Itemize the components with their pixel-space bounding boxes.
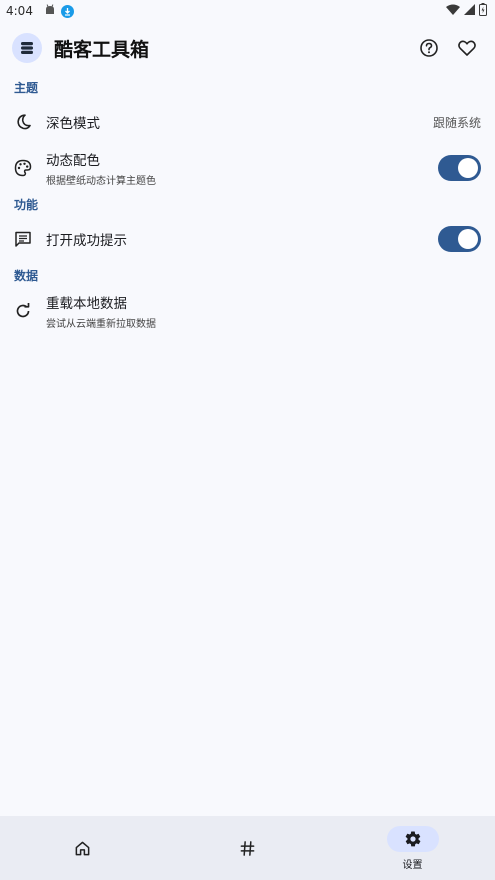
reload-data-text: 重载本地数据 尝试从云端重新拉取数据	[46, 292, 156, 330]
success-tip-title: 打开成功提示	[46, 233, 127, 249]
app-bar-actions	[413, 32, 483, 64]
dynamic-color-subtitle: 根据壁纸动态计算主题色	[46, 176, 156, 187]
nav-item-hash[interactable]	[165, 816, 330, 880]
status-left: 4:04	[6, 3, 74, 19]
heart-icon	[458, 40, 476, 56]
hash-icon	[240, 840, 255, 856]
home-icon	[75, 841, 90, 855]
moon-icon	[14, 113, 32, 131]
dark-mode-title: 深色模式	[46, 116, 100, 132]
help-icon	[420, 39, 438, 57]
download-badge-icon	[60, 4, 74, 18]
nav-item-home[interactable]	[0, 816, 165, 880]
success-tip-text: 打开成功提示	[46, 229, 127, 249]
message-icon	[14, 230, 32, 248]
wifi-icon	[446, 4, 460, 18]
switch-knob	[458, 158, 478, 178]
favorite-button[interactable]	[451, 32, 483, 64]
refresh-icon	[14, 302, 32, 320]
status-right	[446, 3, 487, 19]
nav-pill	[57, 835, 109, 861]
nav-pill	[222, 835, 274, 861]
dynamic-color-title: 动态配色	[46, 153, 100, 169]
section-title-function: 功能	[14, 198, 39, 212]
app-title: 酷客工具箱	[54, 38, 150, 61]
reload-data-subtitle: 尝试从云端重新拉取数据	[46, 319, 156, 330]
reload-data-title: 重载本地数据	[46, 296, 127, 312]
status-bar: 4:04	[0, 0, 495, 22]
app-logo-icon	[12, 33, 42, 63]
android-icon	[44, 3, 56, 19]
bottom-nav: 设置	[0, 816, 495, 880]
setting-reload-data[interactable]: 重载本地数据 尝试从云端重新拉取数据	[0, 292, 495, 330]
screen: 4:04 酷客工具箱 主题 深色模式 跟随系统 动态配色 根据壁纸动态计算主题色…	[0, 0, 495, 880]
section-title-theme: 主题	[14, 81, 39, 95]
palette-icon	[14, 159, 32, 177]
battery-icon	[479, 3, 487, 19]
setting-dark-mode[interactable]: 深色模式 跟随系统	[0, 108, 495, 136]
setting-success-tip[interactable]: 打开成功提示	[0, 225, 495, 253]
dynamic-color-switch[interactable]	[438, 155, 481, 181]
dark-mode-text: 深色模式	[46, 112, 100, 132]
gear-icon	[405, 831, 420, 847]
dark-mode-value: 跟随系统	[432, 115, 481, 130]
nav-pill-active	[386, 826, 439, 852]
setting-dynamic-color[interactable]: 动态配色 根据壁纸动态计算主题色	[0, 149, 495, 187]
success-tip-switch[interactable]	[438, 226, 481, 252]
switch-knob	[458, 229, 478, 249]
app-bar: 酷客工具箱	[0, 26, 495, 70]
dynamic-color-text: 动态配色 根据壁纸动态计算主题色	[46, 149, 156, 187]
help-button[interactable]	[413, 32, 445, 64]
nav-label-settings: 设置	[402, 860, 423, 871]
status-time: 4:04	[6, 4, 33, 18]
signal-icon	[464, 4, 475, 18]
nav-item-settings[interactable]: 设置	[330, 816, 495, 880]
section-title-data: 数据	[14, 269, 39, 283]
